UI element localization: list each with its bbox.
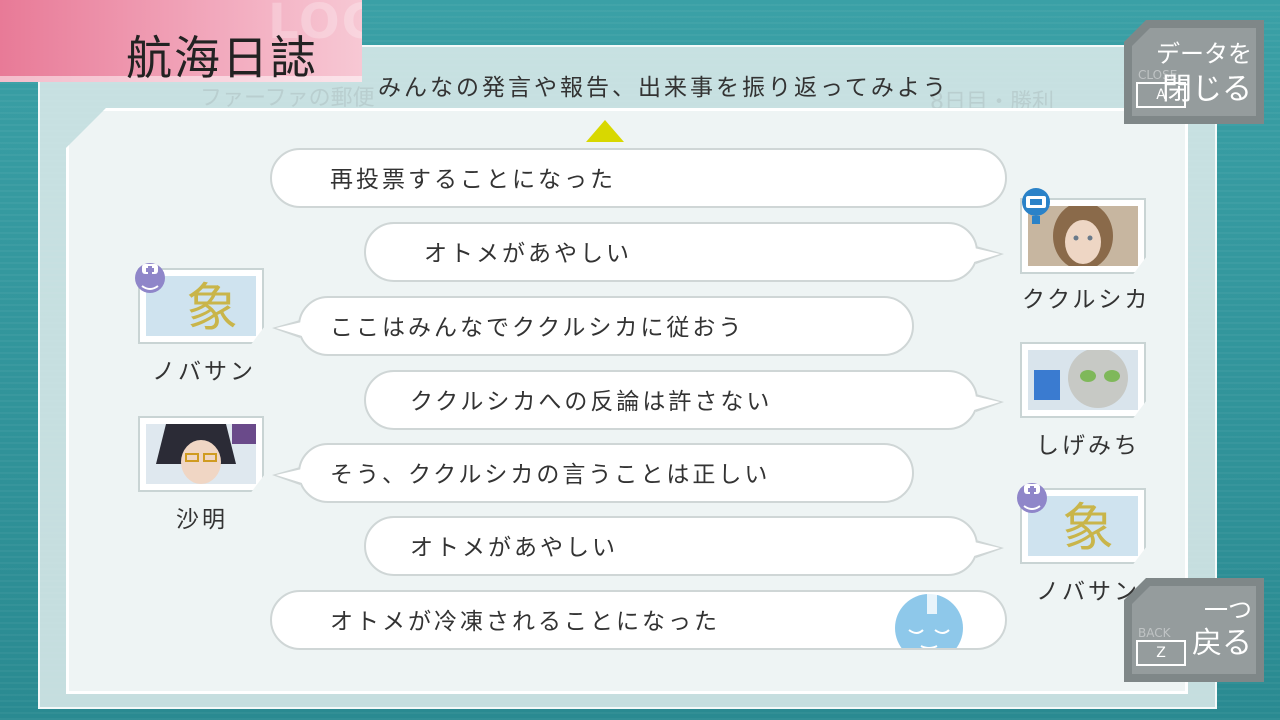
shigemichi-portrait-image [1028,350,1138,410]
log-speech-bubble: そう、ククルシカの言うことは正しい [272,443,914,503]
speaker-name: 沙明 [176,507,228,533]
log-speech-bubble: オトメがあやしい [364,222,1004,282]
back-key-hint: Z [1136,640,1186,666]
log-speech-bubble: ここはみんなでククルシカに従おう [272,296,914,356]
svg-text:象: 象 [186,279,238,336]
doctor-role-icon [135,263,165,293]
svg-text:象: 象 [1062,499,1114,556]
speaker-name: ノバサン [152,359,256,385]
engineer-role-icon [1022,188,1050,224]
portrait-shigemichi [1020,342,1146,418]
log-text: 再投票することになった [330,167,616,193]
speaker-name: しげみち [1036,433,1140,459]
back-ghost-label: BACK [1138,626,1171,640]
log-speech-bubble: オトメがあやしい [364,516,1004,576]
log-speech-bubble: ククルシカへの反論は許さない [364,370,1004,430]
log-text: ここはみんなでククルシカに従おう [330,315,745,341]
back-label-line2: 戻る [1192,626,1252,661]
shamin-portrait-image [146,424,256,484]
log-event-bubble: オトメが冷凍されることになった [270,590,1007,650]
doctor-role-icon [1017,483,1047,513]
frozen-head-icon [895,594,963,648]
speaker-name: ククルシカ [1022,287,1151,313]
speaker-name: ノバサン [1036,579,1140,605]
log-text: オトメが冷凍されることになった [330,609,720,635]
log-text: そう、ククルシカの言うことは正しい [330,462,771,488]
close-key-hint: A [1136,82,1186,108]
close-data-button[interactable]: CLOSE データを 閉じる A [1124,20,1264,124]
log-text: ククルシカへの反論は許さない [410,389,773,415]
page-title: 航海日誌 [126,31,318,85]
scroll-up-arrow-icon[interactable] [586,120,624,142]
log-event-bubble: 再投票することになった [270,148,1007,208]
log-text: オトメがあやしい [410,535,618,561]
back-button[interactable]: BACK 一つ 戻る Z [1124,578,1264,682]
page-subtitle: みんなの発言や報告、出来事を振り返ってみよう [378,75,949,101]
log-text: オトメがあやしい [424,241,632,267]
portrait-shamin [138,416,264,492]
